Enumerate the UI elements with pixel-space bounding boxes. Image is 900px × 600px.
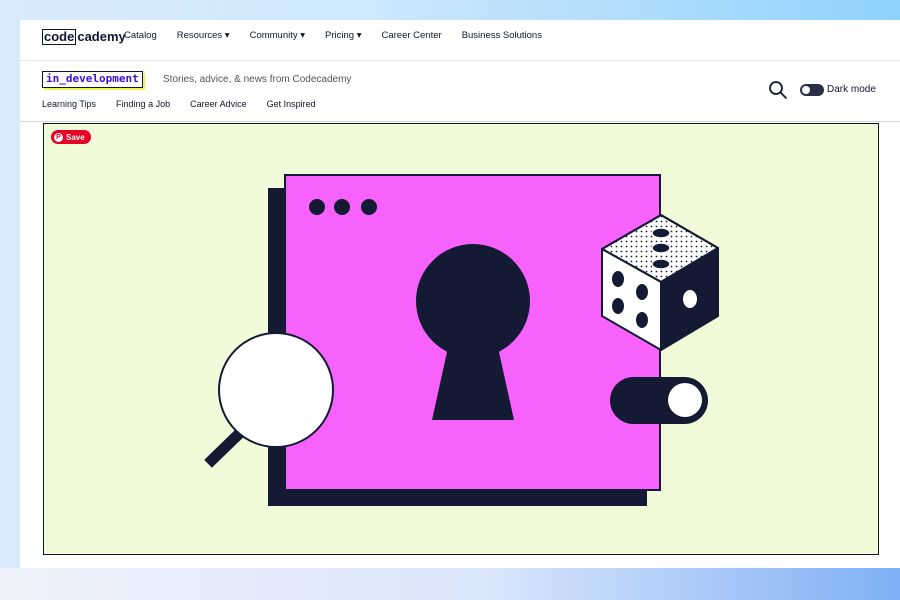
dark-mode-toggle[interactable]: [800, 84, 824, 96]
hero-illustration: P Save: [43, 123, 879, 555]
codecademy-logo[interactable]: code cademy: [42, 28, 126, 46]
dark-mode-label: Dark mode: [827, 84, 876, 95]
pinterest-icon: P: [54, 132, 63, 142]
blog-tagline: Stories, advice, & news from Codecademy: [163, 74, 352, 85]
blog-subnav: Learning Tips Finding a Job Career Advic…: [42, 99, 336, 109]
window-dot-3: [361, 199, 377, 215]
nav-item-career-center[interactable]: Career Center: [381, 29, 441, 43]
nav-item-business-solutions[interactable]: Business Solutions: [462, 29, 542, 43]
subnav-learning-tips[interactable]: Learning Tips: [42, 99, 96, 109]
bottom-background-band: [0, 568, 900, 600]
subnav-finding-a-job[interactable]: Finding a Job: [116, 99, 170, 109]
hero-artwork: [204, 174, 719, 506]
logo-boxed-text: code: [42, 29, 77, 45]
nav-items: Catalog Resources ▾ Community ▾ Pricing …: [124, 29, 562, 43]
subnav-career-advice[interactable]: Career Advice: [190, 99, 247, 109]
window-dot-1: [309, 199, 325, 215]
nav-item-catalog[interactable]: Catalog: [124, 29, 157, 43]
top-navigation: code cademy Catalog Resources ▾ Community…: [20, 20, 900, 61]
search-icon[interactable]: [768, 80, 788, 100]
nav-item-resources[interactable]: Resources ▾: [177, 29, 230, 43]
logo-text: cademy: [77, 29, 126, 44]
pinterest-save-button[interactable]: P Save: [51, 130, 91, 144]
blog-header: in_development Stories, advice, & news f…: [20, 61, 900, 122]
dark-mode-toggle-knob: [802, 86, 810, 94]
toggle-switch-illustration: [610, 377, 708, 424]
subnav-get-inspired[interactable]: Get Inspired: [267, 99, 316, 109]
nav-item-community[interactable]: Community ▾: [250, 29, 305, 43]
save-label: Save: [66, 132, 85, 142]
window-dot-2: [334, 199, 350, 215]
browser-page: code cademy Catalog Resources ▾ Community…: [20, 20, 900, 568]
in-development-badge[interactable]: in_development: [42, 71, 143, 88]
nav-item-pricing[interactable]: Pricing ▾: [325, 29, 361, 43]
